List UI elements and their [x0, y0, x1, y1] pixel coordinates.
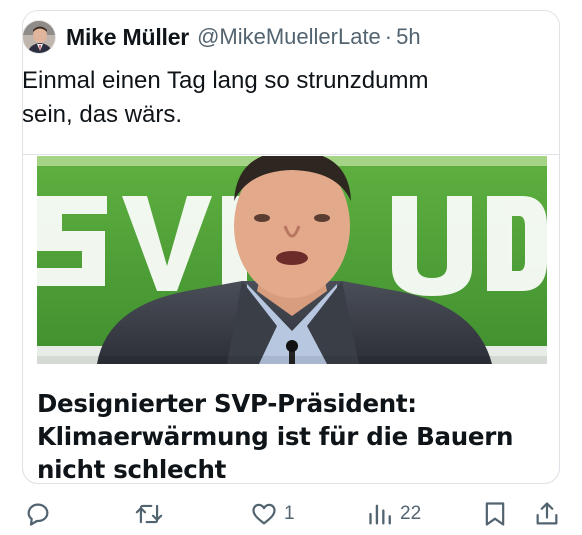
separator-dot: · [384, 24, 393, 49]
article-headline[interactable]: Designierter SVP-Präsident: Klimaerwärmu… [37, 387, 552, 486]
tweet-header: Mike Müller @MikeMuellerLate · 5h [22, 20, 421, 54]
bookmark-icon [485, 502, 505, 526]
tweet-actions: 1 22 [0, 494, 582, 534]
tweet-text-line: Einmal einen Tag lang so strunzdumm [22, 67, 429, 94]
article-image[interactable] [37, 156, 547, 364]
repost-icon [135, 504, 163, 524]
views-count: 22 [400, 503, 422, 524]
author-handle[interactable]: @MikeMuellerLate [197, 24, 381, 50]
heart-icon [252, 503, 276, 525]
headline-line: Klimaerwärmung ist für die Bauern [37, 422, 514, 451]
reply-icon [27, 503, 49, 526]
reply-button[interactable] [24, 494, 52, 534]
headline-line: nicht schlecht [37, 455, 227, 484]
views-icon [369, 504, 391, 525]
avatar[interactable] [22, 20, 56, 54]
share-icon [536, 502, 558, 525]
repost-button[interactable] [134, 494, 164, 534]
like-count: 1 [284, 503, 295, 524]
tweet-text: Einmal einen Tag lang so strunzdumm sein… [22, 64, 502, 132]
author-name[interactable]: Mike Müller [66, 24, 189, 51]
share-button[interactable] [534, 494, 560, 534]
views-button[interactable]: 22 [368, 494, 421, 534]
like-button[interactable]: 1 [250, 494, 295, 534]
bookmark-button[interactable] [482, 494, 508, 534]
tweet-timestamp[interactable]: 5h [396, 24, 420, 50]
headline-line: Designierter SVP-Präsident: [37, 389, 417, 418]
tweet-text-line: sein, das wärs. [22, 101, 183, 128]
